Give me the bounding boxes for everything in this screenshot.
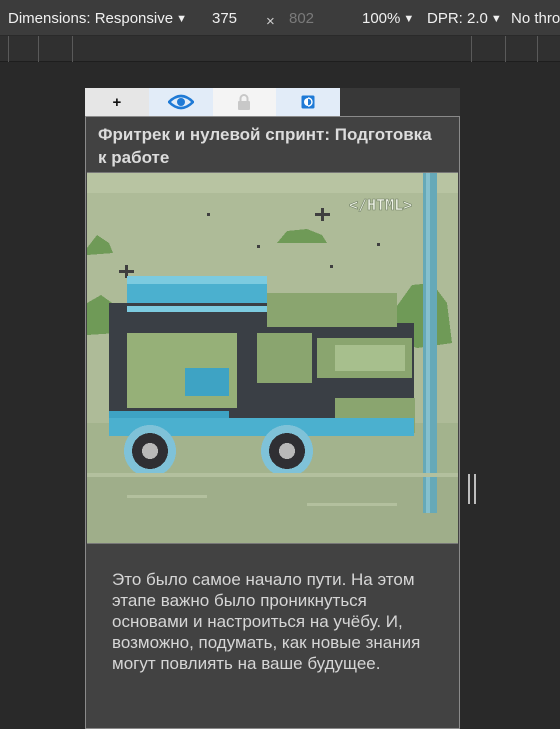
plus-icon: + xyxy=(112,93,122,111)
ruler-tick xyxy=(505,36,506,62)
ruler-tick xyxy=(8,36,9,62)
ruler-tick xyxy=(537,36,538,62)
dimensions-label: Dimensions: Responsive xyxy=(8,10,174,27)
van-illustration: </HTML> xyxy=(87,173,458,543)
card-illustration: </HTML> xyxy=(87,172,458,544)
dimensions-dropdown[interactable]: Dimensions: Responsive ▼ xyxy=(8,10,187,27)
device-viewport: + Фритрек и нулевой спринт: Подготовка к… xyxy=(85,88,460,729)
zoom-dropdown[interactable]: 100% ▼ xyxy=(362,10,414,27)
tab-plus[interactable]: + xyxy=(85,88,149,116)
ruler-tick xyxy=(72,36,73,62)
chevron-down-icon: ▼ xyxy=(403,13,415,25)
resize-handle[interactable] xyxy=(468,474,476,504)
ruler-tick xyxy=(38,36,39,62)
ruler-tick xyxy=(471,36,472,62)
card-title: Фритрек и нулевой спринт: Подготовка к р… xyxy=(98,125,432,167)
chevron-down-icon: ▼ xyxy=(490,13,502,25)
zoom-label: 100% xyxy=(362,10,401,27)
eye-icon xyxy=(167,94,194,110)
height-input[interactable]: 802 xyxy=(289,10,314,27)
resize-grip-line xyxy=(468,474,470,504)
resize-grip-line xyxy=(474,474,476,504)
dpr-dropdown[interactable]: DPR: 2.0 ▼ xyxy=(427,10,502,27)
tab-eye[interactable] xyxy=(148,88,213,116)
width-input[interactable]: 375 xyxy=(212,10,237,27)
course-card[interactable]: Фритрек и нулевой спринт: Подготовка к р… xyxy=(85,116,460,729)
contrast-icon xyxy=(301,95,315,109)
chevron-down-icon: ▼ xyxy=(176,13,187,25)
lock-icon xyxy=(238,94,251,110)
tab-bar: + xyxy=(85,88,340,116)
device-toolbar: Dimensions: Responsive ▼ 375 × 802 100% ▼ … xyxy=(0,0,560,36)
tab-lock[interactable] xyxy=(212,88,277,116)
media-query-bar[interactable] xyxy=(0,36,560,62)
tab-contrast[interactable] xyxy=(276,88,340,116)
throttling-dropdown[interactable]: No thro xyxy=(511,10,560,27)
dimension-separator: × xyxy=(266,13,275,30)
image-badge: </HTML> xyxy=(349,196,412,214)
dpr-label: DPR: 2.0 xyxy=(427,10,488,27)
card-description: Это было самое начало пути. На этом этап… xyxy=(112,570,421,673)
